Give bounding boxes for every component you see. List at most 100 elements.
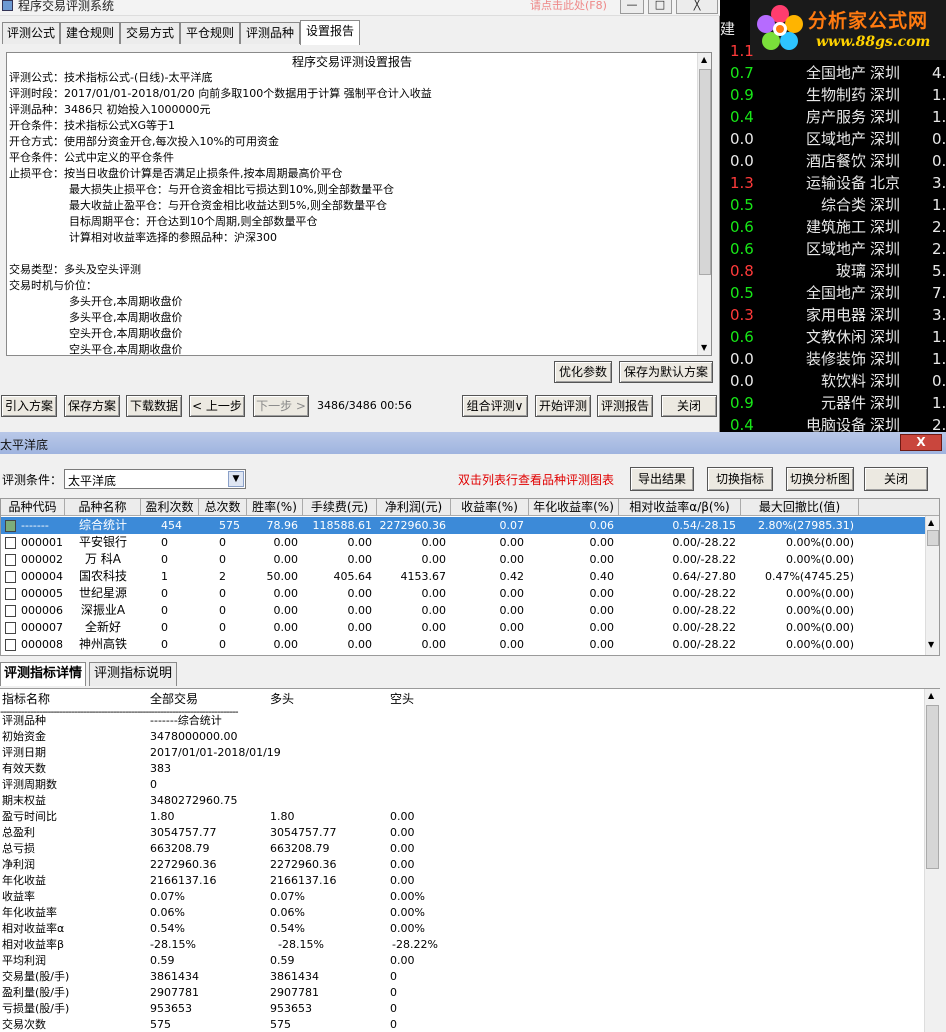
scroll-down-icon[interactable]: ▼ <box>928 640 934 649</box>
quote-extra: 2. <box>932 416 946 432</box>
condition-select[interactable]: 太平洋底 ▼ <box>64 469 246 489</box>
quote-row[interactable]: 0.00 区域地产深圳 0. <box>720 128 946 150</box>
scroll-up-icon[interactable]: ▲ <box>928 518 934 527</box>
table-row[interactable]: 000004 国农科技 1 2 50.00 405.64 4153.67 0.42 0.40 0.… <box>1 568 925 585</box>
save-default-button[interactable]: 保存为默认方案 <box>619 361 713 383</box>
column-header[interactable]: 手续费(元) <box>303 499 377 516</box>
table-cell: 神州高铁 <box>78 637 127 651</box>
table-cell: 0 <box>161 536 168 549</box>
table-row[interactable]: 000008 神州高铁 0 0 0.00 0.00 0.00 0.00 0.00 0.00/-28… <box>1 636 925 653</box>
row-checkbox-icon[interactable] <box>5 554 16 566</box>
start-eval-button[interactable]: 开始评测 <box>535 395 591 417</box>
metric-name: 相对收益率α <box>2 922 65 935</box>
column-header[interactable]: 品种名称 <box>65 499 141 516</box>
tab-symbols[interactable]: 评测品种 <box>240 22 300 44</box>
table-row[interactable]: 000006 深振业A 0 0 0.00 0.00 0.00 0.00 0.00 0.00/-28… <box>1 602 925 619</box>
column-header[interactable]: 年化收益率(%) <box>529 499 619 516</box>
row-checkbox-icon[interactable] <box>5 622 16 634</box>
close-results-bottom-button[interactable]: 关闭 <box>864 467 928 491</box>
close-window-button[interactable]: ╳ <box>676 0 718 14</box>
optimize-params-button[interactable]: 优化参数 <box>554 361 612 383</box>
row-checkbox-icon[interactable] <box>5 639 16 651</box>
chevron-down-icon[interactable]: ▼ <box>228 471 244 487</box>
column-header[interactable]: 总次数 <box>199 499 247 516</box>
metric-value: 0.59 <box>270 954 295 967</box>
table-cell: 万 科A <box>84 552 122 566</box>
table-row[interactable]: 000007 全新好 0 0 0.00 0.00 0.00 0.00 0.00 0.00/-28.… <box>1 619 925 636</box>
detail-scrollbar[interactable]: ▲ <box>924 689 940 1032</box>
table-cell: 000004 <box>21 570 63 583</box>
table-row[interactable]: ------- 综合统计 454 575 78.96 118588.61 2272960.3… <box>1 517 925 534</box>
table-row[interactable]: 000005 世纪星源 0 0 0.00 0.00 0.00 0.00 0.00 0.00/-28… <box>1 585 925 602</box>
table-cell: 0.00 <box>347 604 373 617</box>
tab-explanation[interactable]: 评测指标说明 <box>89 662 177 686</box>
quote-row[interactable]: 0.62 区域地产深圳 2. <box>720 238 946 260</box>
quote-change: 0.94 <box>730 86 754 104</box>
results-titlebar: 太平洋底 X <box>0 432 946 454</box>
metric-name: 评测日期 <box>2 746 46 759</box>
quote-row[interactable]: 0.54 综合类深圳 1. <box>720 194 946 216</box>
column-header[interactable]: 净利润(元) <box>377 499 451 516</box>
minimize-button[interactable]: — <box>620 0 644 14</box>
eval-report-button[interactable]: 评测报告 <box>597 395 653 417</box>
quote-row[interactable]: 0.94 生物制药深圳 1. <box>720 84 946 106</box>
row-checkbox-icon[interactable] <box>5 571 16 583</box>
row-checkbox-icon[interactable] <box>5 588 16 600</box>
tab-detail[interactable]: 评测指标详情 <box>0 662 86 686</box>
tab-close-rules[interactable]: 平仓规则 <box>180 22 240 44</box>
settings-report-textarea[interactable]: 程序交易评测设置报告 评测公式：技术指标公式-(日线)-太平洋底 评测时段：2017… <box>6 52 712 356</box>
quote-row[interactable]: 1.34 运输设备北京 3. <box>720 172 946 194</box>
row-checkbox-icon[interactable] <box>5 537 16 549</box>
quote-row[interactable]: 0.00 软饮料深圳 0. <box>720 370 946 392</box>
row-checkbox-icon[interactable] <box>5 605 16 617</box>
quote-row[interactable]: 0.75 全国地产深圳 4. <box>720 62 946 84</box>
close-dialog-button[interactable]: 关闭 <box>661 395 717 417</box>
column-header[interactable]: 最大回撤比(值) <box>741 499 859 516</box>
column-header[interactable]: 盈利次数 <box>141 499 199 516</box>
maximize-button[interactable]: □ <box>648 0 672 14</box>
quote-row[interactable]: 0.91 元器件深圳 1. <box>720 392 946 414</box>
metric-value: 0.07% <box>150 890 185 903</box>
scroll-thumb[interactable] <box>926 705 939 869</box>
tab-trade-mode[interactable]: 交易方式 <box>120 22 180 44</box>
quote-row[interactable]: 0.68 建筑施工深圳 2. <box>720 216 946 238</box>
report-scrollbar[interactable]: ▲ ▼ <box>697 53 711 355</box>
quote-row[interactable]: 1.10 <box>720 40 946 62</box>
close-results-button[interactable]: X <box>900 434 942 451</box>
column-header[interactable]: 胜率(%) <box>247 499 303 516</box>
switch-chart-button[interactable]: 切换分析图 <box>786 467 854 491</box>
column-header[interactable]: 品种代码 <box>1 499 65 516</box>
scroll-up-icon[interactable]: ▲ <box>701 55 707 64</box>
row-checkbox-icon[interactable] <box>5 520 16 532</box>
column-header[interactable]: 收益率(%) <box>451 499 529 516</box>
quote-row[interactable]: 0.39 家用电器深圳 3. <box>720 304 946 326</box>
import-scheme-button[interactable]: 引入方案 <box>1 395 57 417</box>
tab-report[interactable]: 设置报告 <box>300 20 360 45</box>
table-row[interactable]: 000002 万 科A 0 0 0.00 0.00 0.00 0.00 0.00 0.00/-28… <box>1 551 925 568</box>
table-row[interactable]: 000001 平安银行 0 0 0.00 0.00 0.00 0.00 0.00 0.00/-28… <box>1 534 925 551</box>
tab-formula[interactable]: 评测公式 <box>2 22 60 44</box>
quote-row[interactable]: 0.00 装修装饰深圳 1. <box>720 348 946 370</box>
next-step-button[interactable]: 下一步 > <box>253 395 309 417</box>
quote-row[interactable]: 0.50 全国地产深圳 7. <box>720 282 946 304</box>
quote-row[interactable]: 0.43 电脑设备深圳 2. <box>720 414 946 432</box>
prev-step-button[interactable]: < 上一步 <box>189 395 245 417</box>
scroll-up-icon[interactable]: ▲ <box>928 691 934 700</box>
scroll-down-icon[interactable]: ▼ <box>701 343 707 352</box>
quote-row[interactable]: 0.68 文教休闲深圳 1. <box>720 326 946 348</box>
save-scheme-button[interactable]: 保存方案 <box>64 395 120 417</box>
download-data-button[interactable]: 下载数据 <box>126 395 182 417</box>
combo-eval-button[interactable]: 组合评测∨ <box>462 395 528 417</box>
quote-change: 0.50 <box>730 284 754 302</box>
quote-row[interactable]: 0.81 玻璃深圳 5. <box>720 260 946 282</box>
export-results-button[interactable]: 导出结果 <box>630 467 694 491</box>
scroll-thumb[interactable] <box>927 530 939 546</box>
quote-row[interactable]: 0.00 酒店餐饮深圳 0. <box>720 150 946 172</box>
column-header[interactable]: 相对收益率α/β(%) <box>619 499 741 516</box>
quote-extra: 1. <box>932 108 946 126</box>
tab-open-rules[interactable]: 建仓规则 <box>60 22 120 44</box>
switch-indicator-button[interactable]: 切换指标 <box>707 467 773 491</box>
table-scrollbar[interactable]: ▲ ▼ <box>925 516 939 655</box>
quote-row[interactable]: 0.45 房产服务深圳 1. <box>720 106 946 128</box>
scroll-thumb[interactable] <box>699 69 711 275</box>
